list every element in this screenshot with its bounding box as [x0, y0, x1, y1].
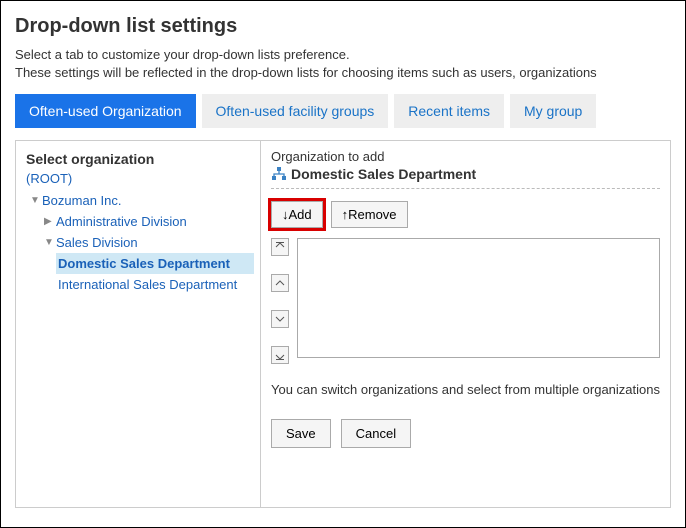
tab-my-group[interactable]: My group: [510, 94, 596, 128]
org-hierarchy-icon: [271, 167, 287, 181]
cancel-button[interactable]: Cancel: [341, 419, 411, 448]
desc-line2: These settings will be reflected in the …: [15, 65, 597, 80]
tab-recent-items[interactable]: Recent items: [394, 94, 504, 128]
tree-label: Bozuman Inc.: [42, 193, 122, 208]
move-down-button[interactable]: [271, 310, 289, 328]
tree-node-admin-div[interactable]: ▶ Administrative Division: [42, 211, 254, 232]
save-button[interactable]: Save: [271, 419, 331, 448]
tree-label: Sales Division: [56, 235, 138, 250]
desc-line1: Select a tab to customize your drop-down…: [15, 47, 350, 62]
org-add-label: Organization to add: [271, 149, 660, 164]
tree-label: International Sales Department: [58, 277, 237, 292]
move-up-button[interactable]: [271, 274, 289, 292]
org-tree-title: Select organization: [26, 151, 250, 167]
tree-node-domestic-sales[interactable]: Domestic Sales Department: [56, 253, 254, 274]
tabs-bar: Often-used Organization Often-used facil…: [15, 94, 671, 128]
tab-often-used-org[interactable]: Often-used Organization: [15, 94, 196, 128]
move-top-button[interactable]: [271, 238, 289, 256]
org-add-name: Domestic Sales Department: [271, 166, 660, 189]
chevron-down-icon: ▼: [44, 237, 56, 248]
org-root-link[interactable]: (ROOT): [26, 171, 250, 186]
switch-hint-text: You can switch organizations and select …: [271, 382, 660, 397]
chevron-right-icon: ▶: [44, 216, 56, 227]
move-bottom-button[interactable]: [271, 346, 289, 364]
tree-node-intl-sales[interactable]: International Sales Department: [56, 274, 254, 295]
add-button[interactable]: ↓Add: [271, 201, 323, 228]
org-add-name-text: Domestic Sales Department: [291, 166, 476, 182]
page-title: Drop-down list settings: [15, 15, 671, 38]
tree-node-sales-div[interactable]: ▼ Sales Division: [42, 232, 254, 253]
selected-orgs-listbox[interactable]: [297, 238, 660, 358]
tab-often-used-facility[interactable]: Often-used facility groups: [202, 94, 389, 128]
tree-label: Domestic Sales Department: [58, 256, 230, 271]
chevron-down-icon: ▼: [30, 195, 42, 206]
page-description: Select a tab to customize your drop-down…: [15, 46, 671, 82]
content-panel: Select organization (ROOT) ▼ Bozuman Inc…: [15, 140, 671, 508]
remove-button[interactable]: ↑Remove: [331, 201, 408, 228]
add-panel: Organization to add Domestic Sales Depar…: [261, 141, 670, 507]
tree-node-company[interactable]: ▼ Bozuman Inc.: [28, 190, 254, 211]
tree-label: Administrative Division: [56, 214, 187, 229]
org-tree-panel: Select organization (ROOT) ▼ Bozuman Inc…: [16, 141, 261, 507]
